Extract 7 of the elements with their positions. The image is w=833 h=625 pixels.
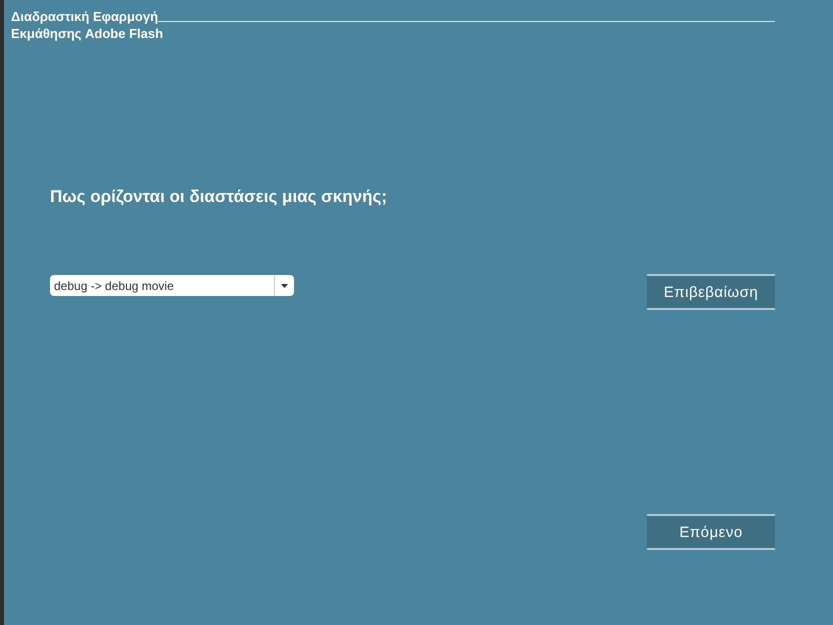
caret-icon (281, 284, 288, 288)
app-title: Διαδραστική Εφαρμογή (11, 8, 158, 25)
confirm-button[interactable]: Επιβεβαίωση (647, 274, 775, 310)
question-text: Πως ορίζονται οι διαστάσεις μιας σκηνής; (50, 187, 388, 207)
next-button[interactable]: Επόμενο (647, 514, 775, 550)
app-subtitle: Εκμάθησης Adobe Flash (11, 25, 164, 42)
answer-dropdown[interactable]: debug -> debug movie (50, 275, 294, 296)
